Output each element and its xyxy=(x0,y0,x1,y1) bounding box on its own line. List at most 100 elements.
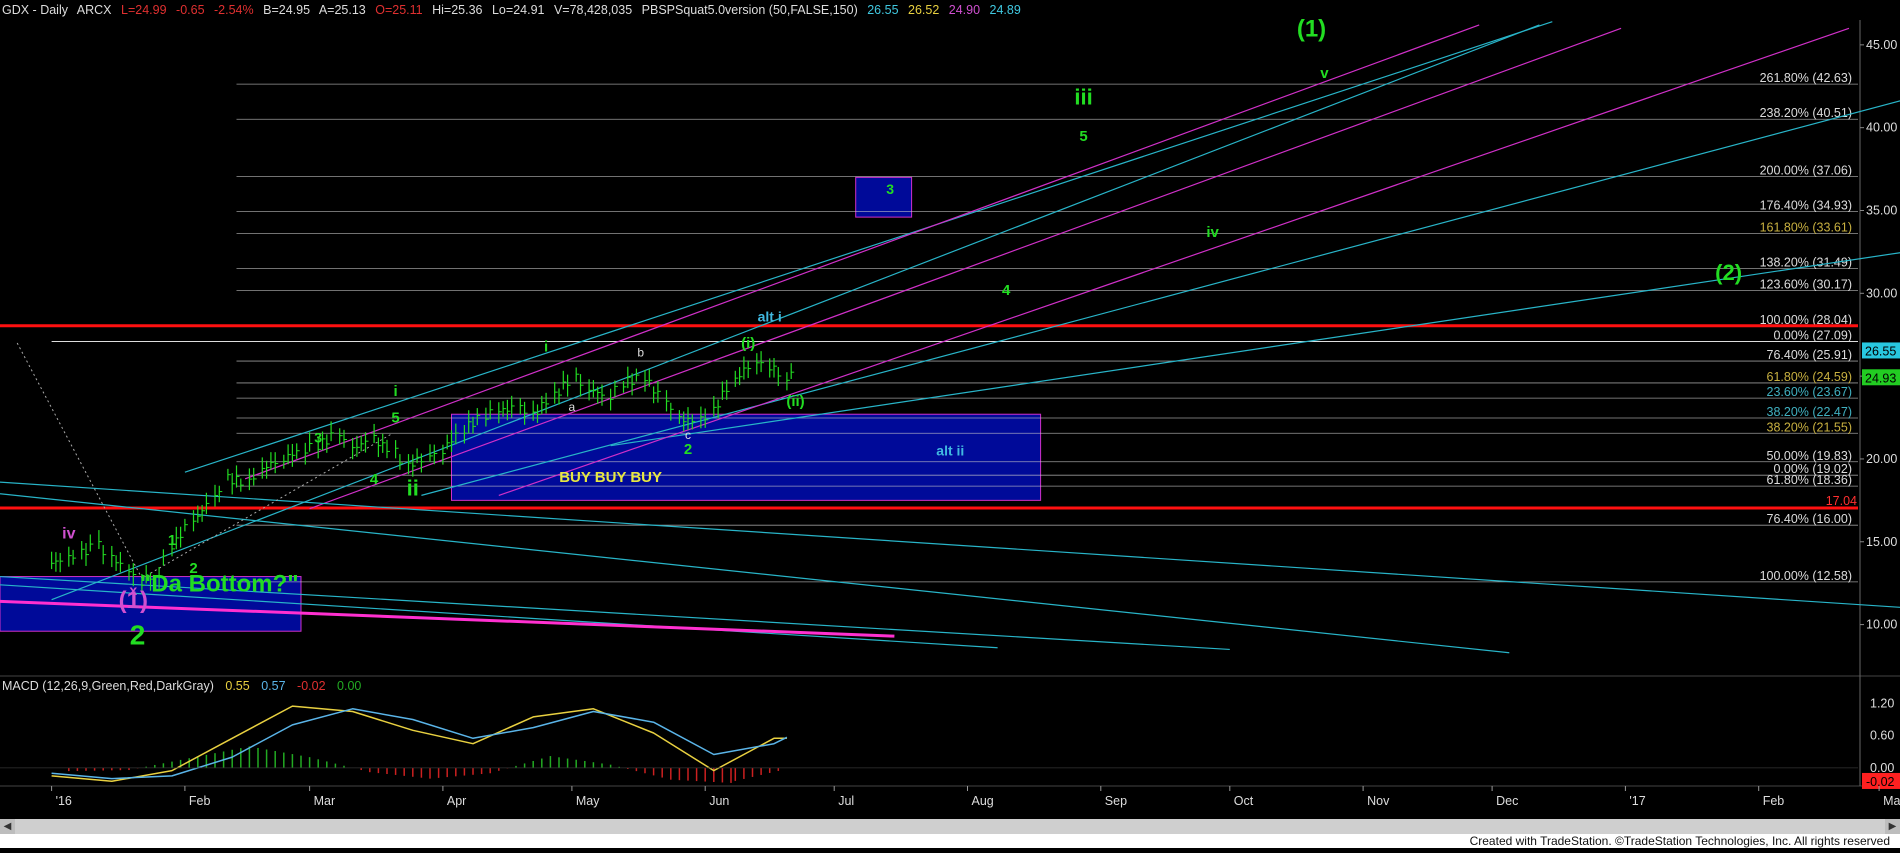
fib-level-label: 176.40% (34.93) xyxy=(1760,199,1852,213)
macd-axis-label: 0.60 xyxy=(1870,729,1894,743)
last-price: L=24.99 xyxy=(121,3,167,17)
fib-level-label: 138.20% (31.49) xyxy=(1760,256,1852,270)
macd-value-3: -0.02 xyxy=(297,679,326,693)
price-axis-label: 20.00 xyxy=(1866,452,1897,466)
price-tag-label: 17.04 xyxy=(1826,494,1857,508)
high-price: Hi=25.36 xyxy=(432,3,483,17)
fib-level-label: 200.00% (37.06) xyxy=(1760,163,1852,177)
fib-level-label: 23.60% (23.67) xyxy=(1767,385,1852,399)
wave-label: 1 xyxy=(168,532,176,549)
wave-label: iv xyxy=(62,525,75,542)
price-axis-label: 45.00 xyxy=(1866,38,1897,52)
wave-label: alt i xyxy=(758,308,782,324)
time-axis-label: Feb xyxy=(189,794,211,808)
time-axis-label: Feb xyxy=(1763,794,1785,808)
wave-label: b xyxy=(637,345,644,359)
wave-label: 5 xyxy=(391,410,399,427)
fib-level-label: 76.40% (25.91) xyxy=(1767,348,1852,362)
wave-label: i xyxy=(544,338,548,355)
wave-label: iv xyxy=(1206,224,1219,241)
horizontal-scrollbar[interactable]: ◀ ▶ xyxy=(0,819,1900,834)
wave-label: iii xyxy=(1074,84,1092,109)
scroll-left-icon[interactable]: ◀ xyxy=(0,819,15,834)
time-axis-label: Jun xyxy=(709,794,729,808)
fib-level-label: 123.60% (30.17) xyxy=(1760,277,1852,291)
macd-value-4: 0.00 xyxy=(337,679,362,693)
dotted-trend-line xyxy=(141,433,392,579)
macd-value-1: 0.55 xyxy=(225,679,250,693)
fib-level-label: 76.40% (16.00) xyxy=(1767,512,1852,526)
fib-level-label: 61.80% (24.59) xyxy=(1767,370,1852,384)
wave-label: (2) xyxy=(1715,260,1742,285)
fib-level-label: 238.20% (40.51) xyxy=(1760,106,1852,120)
channel-line xyxy=(244,24,1480,480)
price-chart[interactable]: 261.80% (42.63) 238.20% (40.51) 200.00% (3… xyxy=(0,0,1900,848)
footer-credit: Created with TradeStation. ©TradeStation… xyxy=(1465,834,1894,848)
fib-level-label: 161.80% (33.61) xyxy=(1760,221,1852,235)
macd-name: MACD (12,26,9,Green,Red,DarkGray) xyxy=(2,679,214,693)
wave-label: (1) xyxy=(1297,16,1326,43)
wave-label: 2 xyxy=(684,441,692,458)
fib-level-label: 100.00% (12.58) xyxy=(1760,569,1852,583)
macd-price-tag-label: -0.02 xyxy=(1866,775,1895,789)
study-value-4: 24.89 xyxy=(989,3,1021,17)
fib-level-label: 261.80% (42.63) xyxy=(1760,71,1852,85)
wave-label: (1) xyxy=(119,587,148,614)
macd-header: MACD (12,26,9,Green,Red,DarkGray) 0.55 0… xyxy=(2,679,369,693)
wave-label: (i) xyxy=(741,335,755,352)
wave-label: "Da Bottom?" xyxy=(140,570,299,597)
wave-label: 5 xyxy=(1079,128,1087,145)
fib-level-label: 38.20% (21.55) xyxy=(1767,420,1852,434)
fib-level-label: 50.00% (19.83) xyxy=(1767,449,1852,463)
net-change: -0.65 xyxy=(176,3,205,17)
wave-label: 4 xyxy=(370,471,379,488)
wave-label: v xyxy=(1320,65,1329,82)
wave-label: alt ii xyxy=(936,443,964,459)
study-value-2: 26.52 xyxy=(908,3,940,17)
wave-label: i xyxy=(394,383,398,400)
macd-fast-line xyxy=(51,705,787,783)
time-axis-label: '17 xyxy=(1629,794,1645,808)
study-label: PBSPSquat5.0version (50,FALSE,150) xyxy=(641,3,858,17)
fib-level-label: 61.80% (18.36) xyxy=(1767,473,1852,487)
wave-label: c xyxy=(685,428,691,442)
time-axis-label: Apr xyxy=(447,794,466,808)
time-axis-label: Aug xyxy=(972,794,994,808)
price-axis-label: 30.00 xyxy=(1866,286,1897,300)
chart-header: GDX - Daily ARCX L=24.99 -0.65 -2.54% B=… xyxy=(2,1,1027,19)
volume-label: V=78,428,035 xyxy=(553,3,633,17)
time-axis-label: '16 xyxy=(56,794,72,808)
time-axis-label: May xyxy=(576,794,600,808)
wave-label: a xyxy=(569,400,576,414)
wave-label: ii xyxy=(407,475,419,500)
open-price: O=25.11 xyxy=(375,3,423,17)
channel-line xyxy=(184,21,1553,473)
price-axis-label: 40.00 xyxy=(1866,121,1897,135)
ask-price: A=25.13 xyxy=(318,3,366,17)
macd-value-2: 0.57 xyxy=(261,679,286,693)
low-price: Lo=24.91 xyxy=(491,3,545,17)
price-axis-label: 15.00 xyxy=(1866,535,1897,549)
time-axis-label: Sep xyxy=(1105,794,1127,808)
wave-label: 3 xyxy=(314,429,322,445)
macd-axis-label: 1.20 xyxy=(1870,696,1894,710)
pct-change: -2.54% xyxy=(214,3,254,17)
wave-label: 2 xyxy=(130,619,146,650)
price-tag-label: 24.93 xyxy=(1865,371,1896,385)
study-value-3: 24.90 xyxy=(948,3,981,17)
macd-axis-label: 0.00 xyxy=(1870,761,1894,775)
fib-level-label: 0.00% (27.09) xyxy=(1773,329,1852,343)
time-axis-label: Mar xyxy=(1883,794,1900,808)
bid-price: B=24.95 xyxy=(263,3,311,17)
wave-label: 3 xyxy=(886,181,894,197)
dotted-trend-line xyxy=(16,342,143,579)
channel-line xyxy=(51,24,1540,601)
exchange-label: ARCX xyxy=(76,3,112,17)
wave-label: (ii) xyxy=(786,393,804,410)
price-axis-label: 10.00 xyxy=(1866,618,1897,632)
study-value-1: 26.55 xyxy=(867,3,899,17)
scroll-right-icon[interactable]: ▶ xyxy=(1885,819,1900,834)
symbol-label: GDX - Daily xyxy=(2,3,68,17)
time-axis-label: Nov xyxy=(1367,794,1390,808)
wave-label: 4 xyxy=(1002,282,1011,299)
